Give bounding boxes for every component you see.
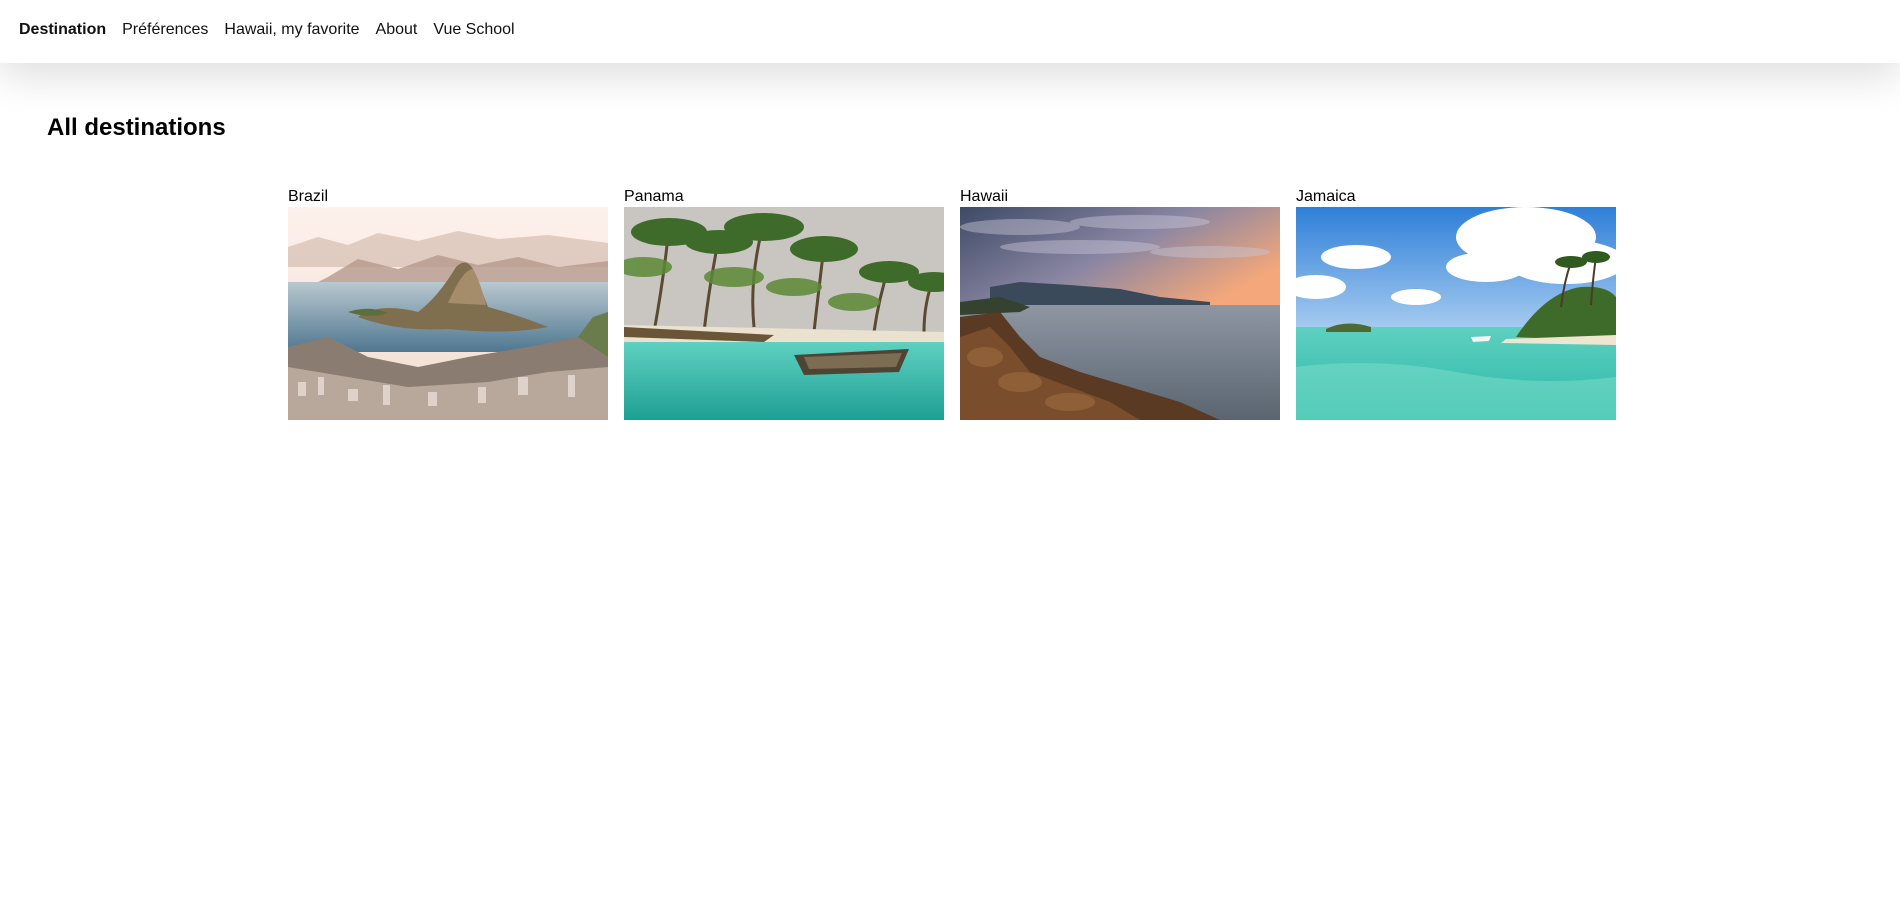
destination-name[interactable]: Panama [624,186,944,207]
destination-card-panama[interactable]: Panama [624,186,944,420]
nav-link-vue-school[interactable]: Vue School [433,21,514,39]
destination-image-brazil[interactable] [288,207,608,420]
destination-card-brazil[interactable]: Brazil [288,186,608,420]
destination-list: Brazil Panama Hawaii Jamaica [288,186,1616,420]
destination-name[interactable]: Hawaii [960,186,1280,207]
destination-image-hawaii[interactable] [960,207,1280,420]
destination-image-jamaica[interactable] [1296,207,1616,420]
page-title: All destinations [47,114,226,141]
destination-card-hawaii[interactable]: Hawaii [960,186,1280,420]
destination-image-panama[interactable] [624,207,944,420]
nav-link-destination[interactable]: Destination [19,21,106,39]
destination-card-jamaica[interactable]: Jamaica [1296,186,1616,420]
destination-name[interactable]: Brazil [288,186,608,207]
destination-name[interactable]: Jamaica [1296,186,1616,207]
top-navigation: Destination Préférences Hawaii, my favor… [0,0,1900,63]
nav-links: Destination Préférences Hawaii, my favor… [19,21,531,39]
nav-link-preferences[interactable]: Préférences [122,21,208,39]
nav-link-hawaii-favorite[interactable]: Hawaii, my favorite [224,21,359,39]
nav-link-about[interactable]: About [376,21,418,39]
